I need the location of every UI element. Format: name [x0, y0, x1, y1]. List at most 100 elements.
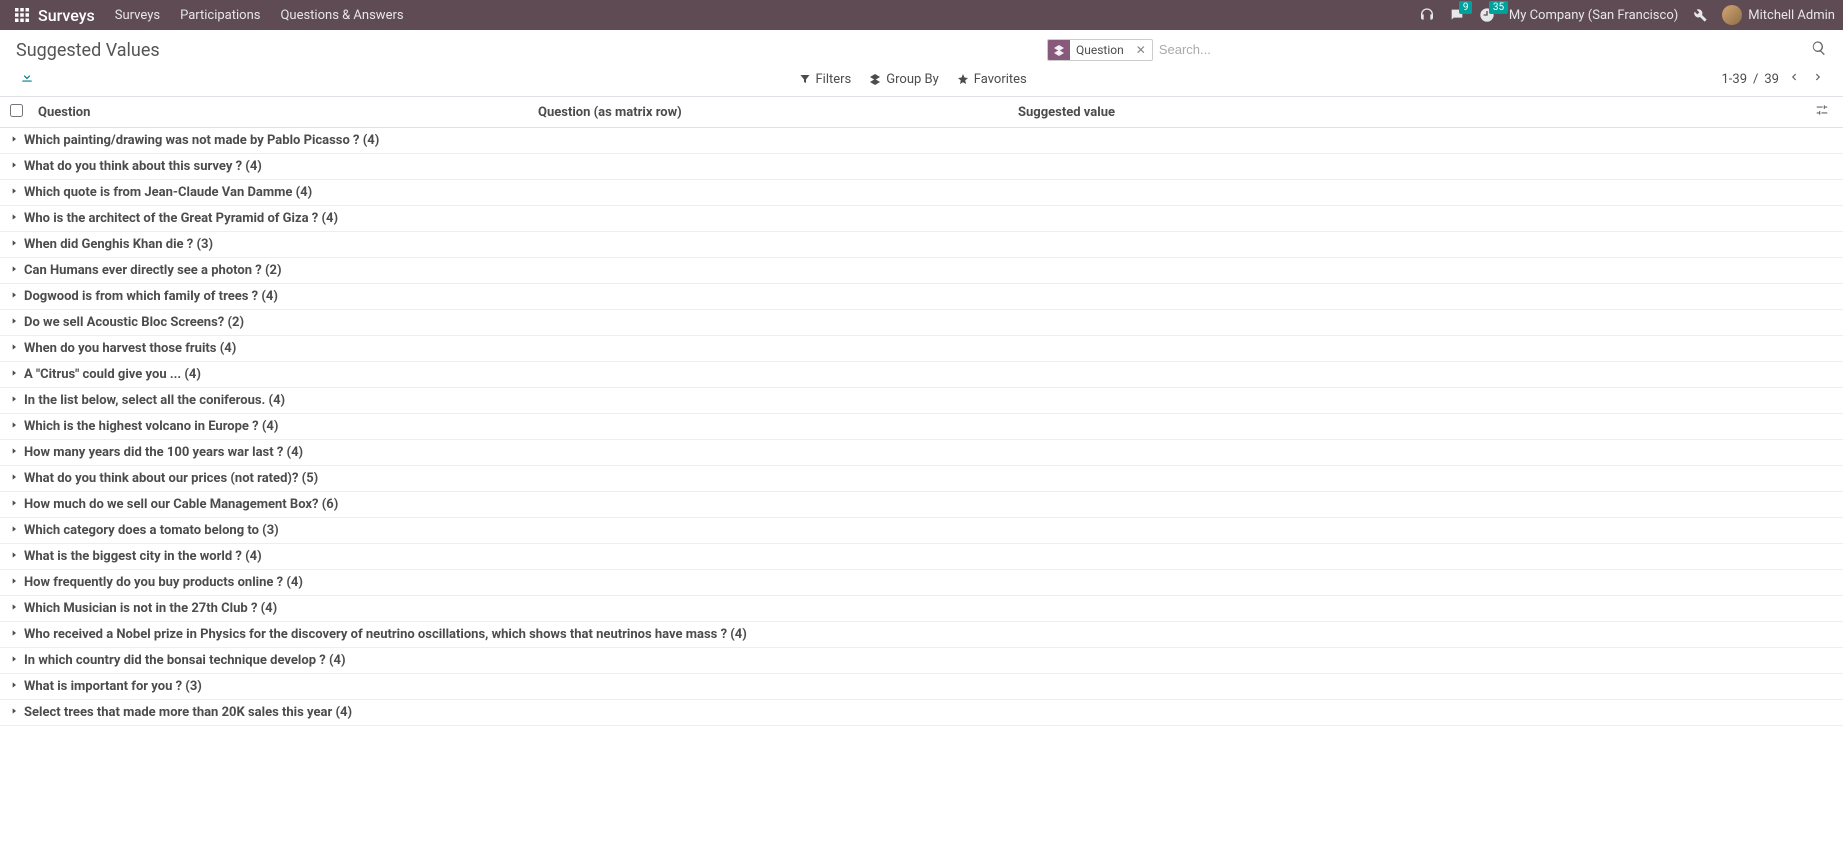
groupby-button[interactable]: Group By	[869, 72, 939, 87]
column-suggested-value[interactable]: Suggested value	[1018, 105, 1811, 120]
caret-right-icon	[10, 523, 20, 538]
list-header: Question Question (as matrix row) Sugges…	[0, 97, 1843, 128]
star-icon	[957, 73, 969, 85]
filters-button[interactable]: Filters	[799, 72, 852, 87]
group-label: When do you harvest those fruits (4)	[24, 341, 236, 356]
group-label: Which is the highest volcano in Europe ?…	[24, 419, 278, 434]
group-row[interactable]: Dogwood is from which family of trees ? …	[0, 284, 1843, 310]
nav-questions-answers[interactable]: Questions & Answers	[270, 8, 413, 23]
optional-columns-button[interactable]	[1811, 103, 1833, 121]
apps-menu-button[interactable]	[8, 8, 36, 22]
app-title[interactable]: Surveys	[36, 6, 105, 25]
column-matrix-row[interactable]: Question (as matrix row)	[538, 105, 1018, 120]
group-label: Which painting/drawing was not made by P…	[24, 133, 379, 148]
group-row[interactable]: In which country did the bonsai techniqu…	[0, 648, 1843, 674]
group-label: How frequently do you buy products onlin…	[24, 575, 303, 590]
group-label: What is the biggest city in the world ? …	[24, 549, 262, 564]
group-row[interactable]: Select trees that made more than 20K sal…	[0, 700, 1843, 726]
pager-range[interactable]: 1-39	[1721, 72, 1747, 87]
search-facet-question: Question ✕	[1047, 39, 1153, 61]
wrench-icon	[1692, 7, 1708, 23]
group-label: What is important for you ? (3)	[24, 679, 202, 694]
activities-button[interactable]: 35	[1479, 7, 1495, 23]
export-button[interactable]	[16, 68, 38, 90]
search-icon	[1811, 40, 1827, 56]
caret-right-icon	[10, 679, 20, 694]
control-panel: Suggested Values Question ✕	[0, 30, 1843, 96]
pager-prev[interactable]	[1785, 69, 1803, 89]
caret-right-icon	[10, 575, 20, 590]
layers-icon	[1053, 44, 1065, 56]
facet-label: Question	[1070, 43, 1130, 57]
groupby-facet-icon	[1048, 39, 1070, 61]
group-row[interactable]: How many years did the 100 years war las…	[0, 440, 1843, 466]
search-button[interactable]	[1811, 40, 1827, 60]
group-row[interactable]: What do you think about our prices (not …	[0, 466, 1843, 492]
group-row[interactable]: When did Genghis Khan die ? (3)	[0, 232, 1843, 258]
group-label: Select trees that made more than 20K sal…	[24, 705, 352, 720]
caret-right-icon	[10, 237, 20, 252]
page-title: Suggested Values	[16, 40, 160, 61]
nav-surveys[interactable]: Surveys	[105, 8, 170, 23]
discuss-badge: 9	[1459, 1, 1473, 14]
group-row[interactable]: Which painting/drawing was not made by P…	[0, 128, 1843, 154]
select-all-checkbox[interactable]	[10, 104, 23, 117]
group-row[interactable]: Which category does a tomato belong to (…	[0, 518, 1843, 544]
caret-right-icon	[10, 445, 20, 460]
group-row[interactable]: In the list below, select all the conife…	[0, 388, 1843, 414]
group-row[interactable]: Which Musician is not in the 27th Club ?…	[0, 596, 1843, 622]
chevron-left-icon	[1789, 71, 1799, 83]
group-row[interactable]: A "Citrus" could give you ... (4)	[0, 362, 1843, 388]
search-input[interactable]	[1153, 38, 1811, 61]
group-row[interactable]: What is important for you ? (3)	[0, 674, 1843, 700]
group-row[interactable]: Which is the highest volcano in Europe ?…	[0, 414, 1843, 440]
company-switcher[interactable]: My Company (San Francisco)	[1509, 8, 1678, 23]
group-row[interactable]: How much do we sell our Cable Management…	[0, 492, 1843, 518]
facet-remove[interactable]: ✕	[1130, 43, 1152, 57]
apps-grid-icon	[15, 8, 29, 22]
nav-participations[interactable]: Participations	[170, 8, 270, 23]
filters-label: Filters	[816, 72, 852, 87]
pager-sep: /	[1753, 72, 1758, 87]
pager: 1-39 / 39	[1721, 69, 1827, 89]
debug-button[interactable]	[1692, 7, 1708, 23]
layers-icon	[869, 73, 881, 85]
group-row[interactable]: Do we sell Acoustic Bloc Screens? (2)	[0, 310, 1843, 336]
group-label: A "Citrus" could give you ... (4)	[24, 367, 201, 382]
chevron-right-icon	[1813, 71, 1823, 83]
group-label: Which Musician is not in the 27th Club ?…	[24, 601, 277, 616]
group-row[interactable]: Who received a Nobel prize in Physics fo…	[0, 622, 1843, 648]
caret-right-icon	[10, 341, 20, 356]
group-row[interactable]: What do you think about this survey ? (4…	[0, 154, 1843, 180]
group-row[interactable]: What is the biggest city in the world ? …	[0, 544, 1843, 570]
caret-right-icon	[10, 419, 20, 434]
caret-right-icon	[10, 211, 20, 226]
group-label: In which country did the bonsai techniqu…	[24, 653, 346, 668]
pager-next[interactable]	[1809, 69, 1827, 89]
group-label: Dogwood is from which family of trees ? …	[24, 289, 278, 304]
caret-right-icon	[10, 601, 20, 616]
list-view: Question Question (as matrix row) Sugges…	[0, 96, 1843, 726]
group-label: What do you think about our prices (not …	[24, 471, 318, 486]
favorites-button[interactable]: Favorites	[957, 72, 1027, 87]
user-menu[interactable]: Mitchell Admin	[1722, 5, 1835, 25]
caret-right-icon	[10, 133, 20, 148]
caret-right-icon	[10, 367, 20, 382]
group-row[interactable]: When do you harvest those fruits (4)	[0, 336, 1843, 362]
support-button[interactable]	[1419, 7, 1435, 23]
group-row[interactable]: Which quote is from Jean-Claude Van Damm…	[0, 180, 1843, 206]
group-row[interactable]: Who is the architect of the Great Pyrami…	[0, 206, 1843, 232]
group-row[interactable]: How frequently do you buy products onlin…	[0, 570, 1843, 596]
top-navbar: Surveys Surveys Participations Questions…	[0, 0, 1843, 30]
user-avatar-icon	[1722, 5, 1742, 25]
group-label: Who received a Nobel prize in Physics fo…	[24, 627, 747, 642]
column-question[interactable]: Question	[38, 105, 538, 120]
group-label: Do we sell Acoustic Bloc Screens? (2)	[24, 315, 244, 330]
caret-right-icon	[10, 159, 20, 174]
discuss-button[interactable]: 9	[1449, 7, 1465, 23]
group-row[interactable]: Can Humans ever directly see a photon ? …	[0, 258, 1843, 284]
caret-right-icon	[10, 471, 20, 486]
caret-right-icon	[10, 705, 20, 720]
filter-icon	[799, 73, 811, 85]
user-name: Mitchell Admin	[1748, 8, 1835, 23]
